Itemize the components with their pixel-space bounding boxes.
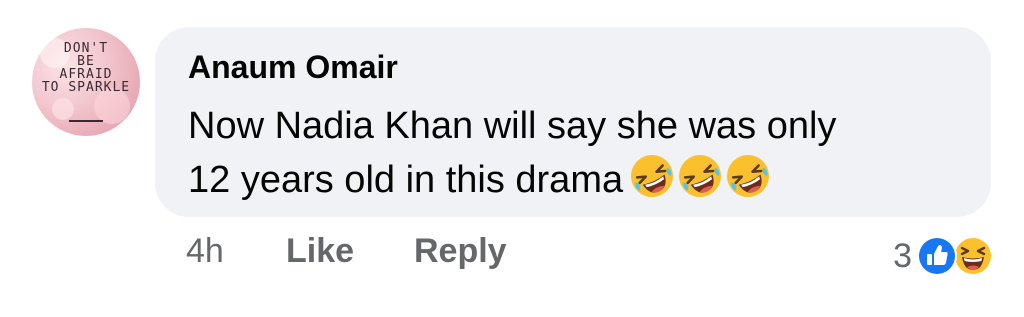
rolling-on-floor-laughing-emoji-icon bbox=[677, 153, 723, 199]
comment-text-line: 12 years old in this drama bbox=[188, 159, 624, 201]
reactions-summary[interactable]: 3 bbox=[893, 232, 994, 280]
haha-reaction-icon bbox=[952, 235, 994, 277]
rolling-on-floor-laughing-emoji-icon bbox=[725, 153, 771, 199]
comment-text: Now Nadia Khan will say she was only 12 … bbox=[188, 99, 948, 207]
avatar[interactable]: DON'T BE AFRAID TO SPARKLE bbox=[32, 28, 140, 136]
reply-button[interactable]: Reply bbox=[414, 232, 507, 271]
avatar-underline bbox=[69, 120, 103, 122]
avatar-caption: DON'T BE AFRAID TO SPARKLE bbox=[32, 42, 140, 94]
like-button[interactable]: Like bbox=[286, 232, 354, 271]
reaction-count: 3 bbox=[893, 236, 912, 275]
rolling-on-floor-laughing-emoji-icon bbox=[629, 153, 675, 199]
avatar-bokeh bbox=[52, 98, 74, 120]
comment-timestamp[interactable]: 4h bbox=[186, 232, 224, 271]
comment-text-line-2: 12 years old in this drama bbox=[188, 153, 948, 207]
like-reaction-icon bbox=[916, 235, 958, 277]
avatar-caption-line: TO SPARKLE bbox=[41, 80, 131, 95]
comment-text-line: Now Nadia Khan will say she was only bbox=[188, 105, 837, 147]
comment-author[interactable]: Anaum Omair bbox=[188, 49, 398, 86]
comment: DON'T BE AFRAID TO SPARKLE Anaum Omair N… bbox=[0, 0, 1024, 317]
